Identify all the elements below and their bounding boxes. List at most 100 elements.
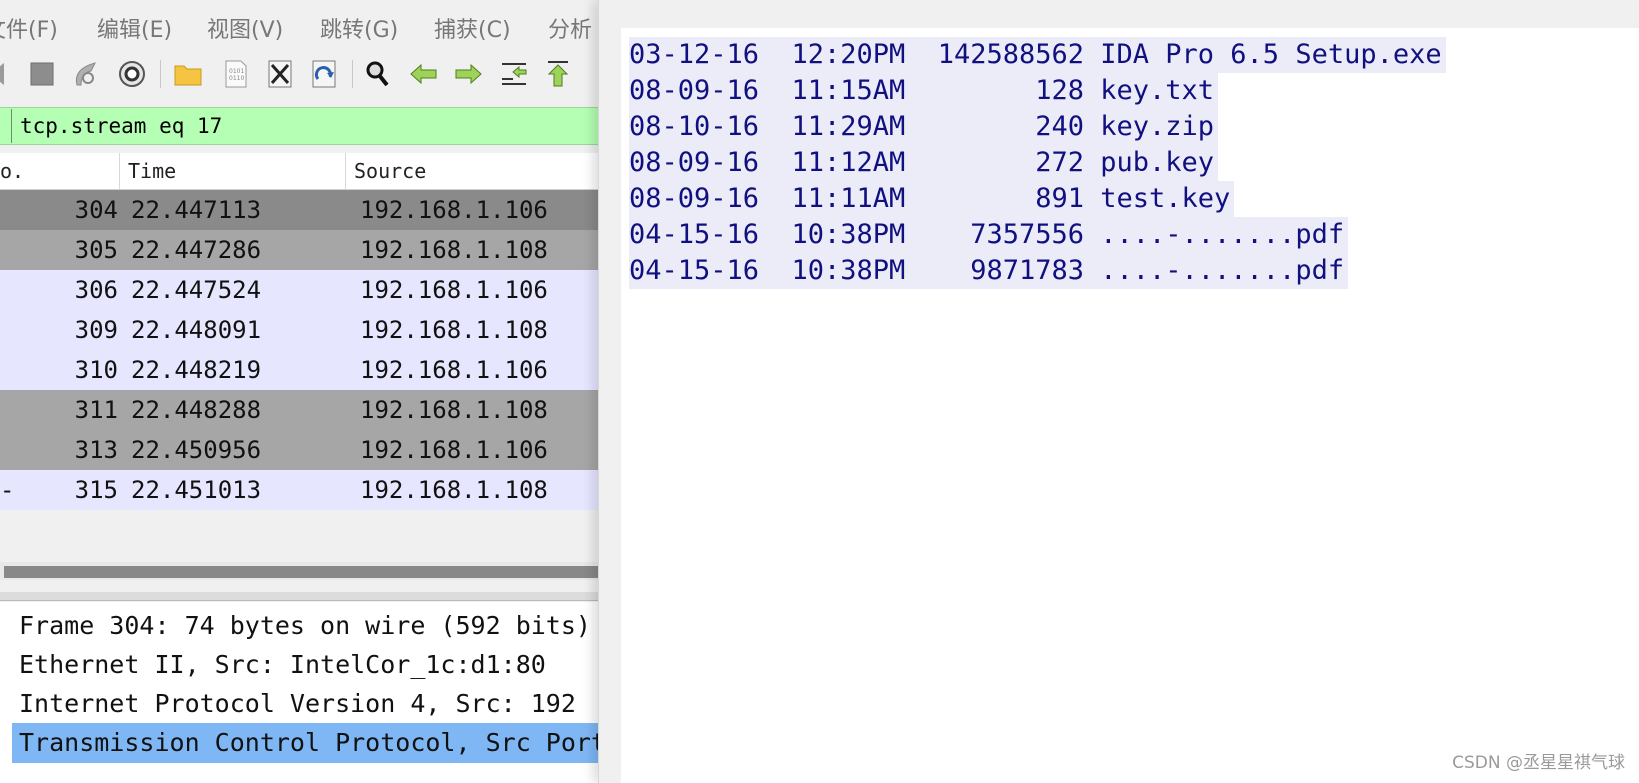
packet-row[interactable]: -315 22.451013 192.168.1.108 bbox=[0, 470, 598, 510]
listing-time: 11:15AM bbox=[791, 75, 906, 106]
display-filter-bar bbox=[0, 107, 598, 145]
menu-bar: 文件(F) 编辑(E) 视图(V) 跳转(G) 捕获(C) 分析 bbox=[0, 0, 598, 52]
stop-capture-icon[interactable] bbox=[26, 58, 58, 90]
listing-date: 04-15-16 bbox=[629, 255, 760, 286]
detail-row[interactable]: Ethernet II, Src: IntelCor_1c:d1:80 bbox=[12, 645, 598, 685]
packet-row[interactable]: 305 22.447286 192.168.1.108 bbox=[0, 230, 598, 270]
packet-details-pane: Frame 304: 74 bytes on wire (592 bits) Et… bbox=[0, 602, 598, 783]
listing-row: 04-15-16 10:38PM 7357556 ....-.......pdf bbox=[629, 217, 1348, 253]
find-packet-icon[interactable] bbox=[362, 58, 394, 90]
listing-filename: key.txt bbox=[1100, 75, 1215, 106]
listing-size: 9871783 bbox=[970, 255, 1085, 286]
display-filter-input[interactable] bbox=[11, 109, 598, 143]
scrollbar-thumb[interactable] bbox=[4, 566, 598, 578]
file-listing-window: 03-12-16 12:20PM 142588562 IDA Pro 6.5 Setu… bbox=[598, 0, 1639, 783]
go-forward-icon[interactable] bbox=[452, 58, 484, 90]
listing-size: 142588562 bbox=[937, 39, 1085, 70]
listing-size: 240 bbox=[1035, 111, 1085, 142]
toolbar-separator bbox=[160, 60, 161, 88]
listing-date: 08-10-16 bbox=[629, 111, 760, 142]
save-file-icon[interactable]: 0101 0110 bbox=[220, 58, 252, 90]
listing-date: 08-09-16 bbox=[629, 75, 760, 106]
listing-time: 10:38PM bbox=[791, 219, 906, 250]
packet-time: 22.447286 bbox=[131, 236, 262, 264]
packet-number: 304 bbox=[74, 196, 118, 224]
packet-time: 22.447524 bbox=[131, 276, 262, 304]
packet-source: 192.168.1.108 bbox=[360, 476, 548, 504]
menu-edit[interactable]: 编辑(E) bbox=[97, 12, 172, 44]
listing-filename: test.key bbox=[1100, 183, 1231, 214]
listing-row: 08-09-16 11:11AM 891 test.key bbox=[629, 181, 1235, 217]
listing-filename: ....-.......pdf bbox=[1100, 255, 1345, 286]
listing-time: 11:29AM bbox=[791, 111, 906, 142]
packet-row[interactable]: 310 22.448219 192.168.1.106 bbox=[0, 350, 598, 390]
go-first-packet-icon[interactable] bbox=[542, 58, 574, 90]
packet-number: 313 bbox=[74, 436, 118, 464]
packet-list: 304 22.447113 192.168.1.106 305 22.447286 192… bbox=[0, 190, 598, 510]
packet-source: 192.168.1.108 bbox=[360, 316, 548, 344]
listing-time: 11:12AM bbox=[791, 147, 906, 178]
listing-date: 08-09-16 bbox=[629, 147, 760, 178]
reload-file-icon[interactable] bbox=[308, 58, 340, 90]
listing-date: 08-09-16 bbox=[629, 183, 760, 214]
listing-row: 08-10-16 11:29AM 240 key.zip bbox=[629, 109, 1218, 145]
horizontal-scrollbar[interactable] bbox=[0, 562, 598, 580]
packet-number: 315 bbox=[74, 476, 118, 504]
menu-capture[interactable]: 捕获(C) bbox=[434, 12, 511, 44]
column-header-no[interactable]: o. bbox=[0, 153, 120, 189]
packet-time: 22.451013 bbox=[131, 476, 262, 504]
pane-splitter[interactable] bbox=[0, 592, 598, 601]
listing-row: 03-12-16 12:20PM 142588562 IDA Pro 6.5 Setu… bbox=[629, 37, 1446, 73]
listing-filename: ....-.......pdf bbox=[1100, 219, 1345, 250]
listing-filename: IDA Pro 6.5 Setup.exe bbox=[1100, 39, 1442, 70]
menu-file[interactable]: 文件(F) bbox=[0, 12, 58, 44]
detail-row[interactable]: Internet Protocol Version 4, Src: 192 bbox=[12, 684, 598, 724]
column-header-source[interactable]: Source bbox=[346, 153, 598, 189]
listing-time: 11:11AM bbox=[791, 183, 906, 214]
detail-row[interactable]: Frame 304: 74 bytes on wire (592 bits) bbox=[12, 606, 598, 646]
packet-time: 22.448091 bbox=[131, 316, 262, 344]
packet-source: 192.168.1.106 bbox=[360, 436, 548, 464]
go-to-packet-icon[interactable] bbox=[498, 58, 530, 90]
restart-capture-icon[interactable] bbox=[70, 58, 102, 90]
packet-source: 192.168.1.106 bbox=[360, 356, 548, 384]
listing-filename: pub.key bbox=[1100, 147, 1215, 178]
packet-row[interactable]: 311 22.448288 192.168.1.108 bbox=[0, 390, 598, 430]
menu-analyze[interactable]: 分析 bbox=[548, 12, 592, 44]
packet-time: 22.448288 bbox=[131, 396, 262, 424]
packet-list-header: o. Time Source bbox=[0, 153, 598, 190]
detail-row-selected[interactable]: Transmission Control Protocol, Src Port bbox=[12, 723, 598, 763]
open-folder-icon[interactable] bbox=[172, 58, 204, 90]
menu-go[interactable]: 跳转(G) bbox=[320, 12, 398, 44]
packet-number: 310 bbox=[74, 356, 118, 384]
packet-source: 192.168.1.108 bbox=[360, 236, 548, 264]
listing-filename: key.zip bbox=[1100, 111, 1215, 142]
packet-time: 22.450956 bbox=[131, 436, 262, 464]
go-back-icon[interactable] bbox=[408, 58, 440, 90]
column-header-time[interactable]: Time bbox=[120, 153, 346, 189]
svg-text:0110: 0110 bbox=[229, 75, 244, 82]
directory-listing: 03-12-16 12:20PM 142588562 IDA Pro 6.5 Setu… bbox=[629, 37, 1446, 289]
packet-time: 22.447113 bbox=[131, 196, 262, 224]
listing-row: 04-15-16 10:38PM 9871783 ....-.......pdf bbox=[629, 253, 1348, 289]
wireshark-window: 文件(F) 编辑(E) 视图(V) 跳转(G) 捕获(C) 分析 0101011… bbox=[0, 0, 598, 783]
packet-row[interactable]: 309 22.448091 192.168.1.108 bbox=[0, 310, 598, 350]
packet-source: 192.168.1.106 bbox=[360, 196, 548, 224]
main-toolbar: 0101 0110 bbox=[0, 52, 598, 96]
packet-row[interactable]: 306 22.447524 192.168.1.106 bbox=[0, 270, 598, 310]
close-file-icon[interactable] bbox=[264, 58, 296, 90]
packet-row[interactable]: 304 22.447113 192.168.1.106 bbox=[0, 190, 598, 230]
start-capture-icon[interactable] bbox=[0, 58, 14, 90]
listing-size: 128 bbox=[1035, 75, 1085, 106]
listing-time: 10:38PM bbox=[791, 255, 906, 286]
packet-number: 306 bbox=[74, 276, 118, 304]
window-top-bar bbox=[599, 0, 1639, 28]
menu-view[interactable]: 视图(V) bbox=[207, 12, 283, 44]
packet-source: 192.168.1.106 bbox=[360, 276, 548, 304]
watermark: CSDN @丞星星祺气球 bbox=[1452, 753, 1625, 773]
listing-date: 04-15-16 bbox=[629, 219, 760, 250]
window-left-border bbox=[599, 28, 621, 783]
capture-options-icon[interactable] bbox=[116, 58, 148, 90]
listing-row: 08-09-16 11:15AM 128 key.txt bbox=[629, 73, 1218, 109]
packet-row[interactable]: 313 22.450956 192.168.1.106 bbox=[0, 430, 598, 470]
